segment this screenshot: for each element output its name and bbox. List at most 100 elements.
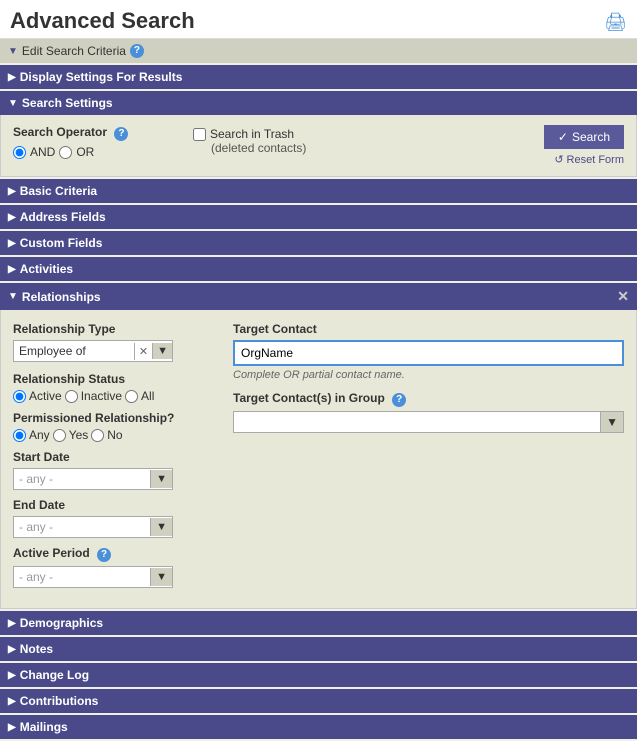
yes-label: Yes <box>69 428 89 442</box>
edit-search-label: Edit Search Criteria <box>22 44 126 58</box>
edit-search-header[interactable]: ▼ Edit Search Criteria ? <box>0 39 637 63</box>
target-group-dropdown-icon[interactable]: ▼ <box>600 412 623 432</box>
all-radio[interactable] <box>125 390 138 403</box>
rel-type-clear-icon[interactable]: ✕ <box>134 343 152 360</box>
search-in-trash-checkbox[interactable] <box>193 128 206 141</box>
target-contact-hint: Complete OR partial contact name. <box>233 369 624 381</box>
relationships-label: Relationships <box>22 290 101 304</box>
relationships-body: Relationship Type Employee of ✕ ▼ Relati… <box>0 310 637 609</box>
search-settings-label: Search Settings <box>22 96 113 110</box>
change-log-header[interactable]: ▶ Change Log <box>0 663 637 687</box>
search-operator-label: Search Operator ? <box>13 125 173 141</box>
end-date-select[interactable]: - any - ▼ <box>13 516 173 538</box>
target-group-help-icon[interactable]: ? <box>392 393 406 407</box>
yes-radio[interactable] <box>53 429 66 442</box>
end-date-dropdown-icon[interactable]: ▼ <box>150 518 172 536</box>
relationships-header[interactable]: ▼ Relationships ✕ <box>0 283 637 310</box>
page-title: Advanced Search <box>10 8 195 34</box>
target-contact-label: Target Contact <box>233 322 624 336</box>
mailings-header[interactable]: ▶ Mailings <box>0 715 637 739</box>
rel-type-dropdown-icon[interactable]: ▼ <box>152 343 172 359</box>
permissioned-radio-group: Any Yes No <box>13 428 213 442</box>
search-in-trash-label: Search in Trash <box>210 127 294 141</box>
change-log-label: Change Log <box>20 668 89 682</box>
activities-header[interactable]: ▶ Activities <box>0 257 637 281</box>
activities-label: Activities <box>20 262 73 276</box>
arrow-icon: ▶ <box>8 238 16 249</box>
or-radio[interactable] <box>59 146 72 159</box>
search-operator-col: Search Operator ? AND OR <box>13 125 173 159</box>
arrow-icon: ▶ <box>8 722 16 733</box>
and-radio[interactable] <box>13 146 26 159</box>
rel-type-select[interactable]: Employee of ✕ ▼ <box>13 340 173 362</box>
search-button[interactable]: ✓ Search <box>544 125 624 149</box>
operator-help-icon[interactable]: ? <box>114 127 128 141</box>
no-radio[interactable] <box>91 429 104 442</box>
search-actions-col: ✓ Search ↺ Reset Form <box>393 125 624 166</box>
active-period-value: - any - <box>14 567 150 587</box>
checkmark-icon: ✓ <box>558 130 568 144</box>
custom-fields-header[interactable]: ▶ Custom Fields <box>0 231 637 255</box>
relationships-close-icon[interactable]: ✕ <box>617 288 629 305</box>
notes-header[interactable]: ▶ Notes <box>0 637 637 661</box>
basic-criteria-header[interactable]: ▶ Basic Criteria <box>0 179 637 203</box>
all-label: All <box>141 389 154 403</box>
start-date-label: Start Date <box>13 450 213 464</box>
search-trash-col: Search in Trash (deleted contacts) <box>193 125 373 155</box>
edit-search-help-icon[interactable]: ? <box>130 44 144 58</box>
search-settings-header[interactable]: ▼ Search Settings <box>0 91 637 115</box>
end-date-label: End Date <box>13 498 213 512</box>
print-icon[interactable]: 🖨 <box>604 12 627 33</box>
custom-fields-label: Custom Fields <box>20 236 103 250</box>
operator-radio-group: AND OR <box>13 145 173 159</box>
target-contact-input[interactable] <box>233 340 624 366</box>
display-settings-header[interactable]: ▶ Display Settings For Results <box>0 65 637 89</box>
active-label: Active <box>29 389 62 403</box>
contributions-label: Contributions <box>20 694 99 708</box>
rel-status-label: Relationship Status <box>13 372 213 386</box>
end-date-value: - any - <box>14 517 150 537</box>
demographics-section: ▶ Demographics <box>0 611 637 635</box>
mailings-section: ▶ Mailings <box>0 715 637 739</box>
demographics-header[interactable]: ▶ Demographics <box>0 611 637 635</box>
any-radio[interactable] <box>13 429 26 442</box>
reset-form-link[interactable]: ↺ Reset Form <box>554 153 624 166</box>
any-label: Any <box>29 428 50 442</box>
active-period-select[interactable]: - any - ▼ <box>13 566 173 588</box>
display-settings-label: Display Settings For Results <box>20 70 183 84</box>
rel-status-radio-group: Active Inactive All <box>13 389 213 403</box>
inactive-radio[interactable] <box>65 390 78 403</box>
basic-criteria-label: Basic Criteria <box>20 184 97 198</box>
inactive-label: Inactive <box>81 389 122 403</box>
address-fields-header[interactable]: ▶ Address Fields <box>0 205 637 229</box>
custom-fields-section: ▶ Custom Fields <box>0 231 637 255</box>
target-group-value <box>234 412 600 432</box>
start-date-select[interactable]: - any - ▼ <box>13 468 173 490</box>
reset-icon: ↺ <box>554 153 563 166</box>
activities-section: ▶ Activities <box>0 257 637 281</box>
arrow-icon: ▶ <box>8 696 16 707</box>
arrow-icon: ▼ <box>8 291 18 302</box>
or-label: OR <box>76 145 94 159</box>
mailings-label: Mailings <box>20 720 68 734</box>
target-group-select[interactable]: ▼ <box>233 411 624 433</box>
deleted-contacts-label: (deleted contacts) <box>211 141 373 155</box>
start-date-dropdown-icon[interactable]: ▼ <box>150 470 172 488</box>
demographics-label: Demographics <box>20 616 103 630</box>
notes-label: Notes <box>20 642 53 656</box>
active-period-dropdown-icon[interactable]: ▼ <box>150 568 172 586</box>
arrow-icon: ▼ <box>8 46 18 57</box>
change-log-section: ▶ Change Log <box>0 663 637 687</box>
active-radio[interactable] <box>13 390 26 403</box>
page-header: Advanced Search 🖨 <box>0 0 637 39</box>
search-settings-section: ▼ Search Settings Search Operator ? AND … <box>0 91 637 177</box>
arrow-icon: ▶ <box>8 72 16 83</box>
edit-search-section: ▼ Edit Search Criteria ? <box>0 39 637 63</box>
contributions-header[interactable]: ▶ Contributions <box>0 689 637 713</box>
search-in-trash-row: Search in Trash <box>193 127 373 141</box>
active-period-help-icon[interactable]: ? <box>97 548 111 562</box>
basic-criteria-section: ▶ Basic Criteria <box>0 179 637 203</box>
permissioned-label: Permissioned Relationship? <box>13 411 213 425</box>
arrow-icon: ▶ <box>8 670 16 681</box>
contributions-section: ▶ Contributions <box>0 689 637 713</box>
